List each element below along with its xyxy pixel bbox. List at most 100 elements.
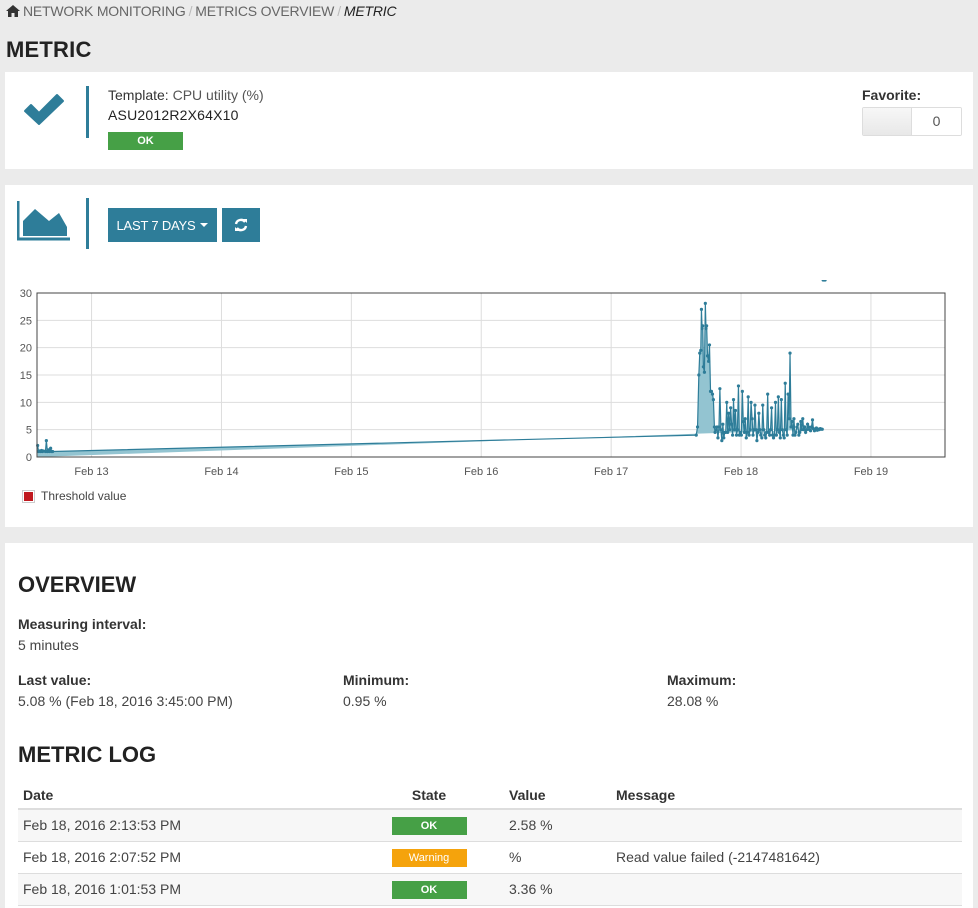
data-point	[805, 422, 810, 426]
log-date: Feb 18, 2016 1:01:53 PM	[18, 873, 354, 906]
cpu-utility-chart[interactable]: 0 5 10 15 20 25 30 Feb 13 Feb 14 Feb 15 Feb 16 Feb …	[5, 280, 973, 485]
favorite-toggle[interactable]: 0	[862, 107, 962, 136]
y-tick-label: 5	[26, 425, 32, 437]
data-point	[713, 430, 717, 434]
page-title: METRIC	[6, 37, 92, 62]
data-point	[754, 428, 758, 432]
data-point	[745, 430, 749, 434]
data-point	[780, 428, 784, 432]
table-row: Feb 18, 2016 2:13:53 PM OK 2.58 %	[18, 809, 962, 842]
column-header-message[interactable]: Message	[611, 781, 962, 810]
legend-label-threshold: Threshold value	[41, 489, 127, 503]
table-row: Feb 18, 2016 2:07:52 PM Warning % Read v…	[18, 841, 962, 874]
chart-panel: LAST 7 DAYS 0 5 10 15 20 25 30 Feb 13 Feb 14 Feb …	[5, 185, 973, 527]
data-point	[701, 365, 705, 369]
y-tick-label: 20	[20, 343, 32, 355]
data-point	[787, 417, 791, 421]
data-point	[751, 433, 755, 437]
state-badge: Warning	[391, 848, 467, 867]
data-point	[764, 436, 768, 440]
data-point	[741, 419, 745, 424]
x-tick-label: Feb 19	[854, 466, 888, 478]
data-point	[807, 425, 811, 429]
data-point	[799, 419, 803, 424]
data-point	[758, 428, 762, 432]
area-chart-icon	[17, 201, 70, 241]
data-point	[721, 422, 725, 426]
breadcrumb-link-metrics-overview[interactable]: METRICS OVERVIEW	[195, 3, 334, 19]
data-point	[776, 395, 780, 399]
data-point	[805, 428, 809, 432]
data-point	[808, 429, 813, 433]
data-point	[49, 446, 53, 450]
x-tick-label: Feb 17	[594, 466, 628, 478]
data-point	[784, 428, 788, 432]
column-header-state[interactable]: State	[354, 781, 504, 810]
data-point	[694, 433, 698, 437]
data-point	[778, 436, 782, 440]
data-point	[801, 417, 805, 421]
column-header-value[interactable]: Value	[504, 781, 611, 810]
divider	[86, 198, 89, 249]
data-point	[768, 428, 773, 432]
data-point	[720, 439, 724, 443]
data-point	[749, 400, 753, 404]
home-icon[interactable]	[6, 5, 20, 17]
data-point	[750, 417, 754, 421]
x-tick-label: Feb 15	[334, 466, 368, 478]
data-point	[761, 403, 765, 407]
minimum-value: 0.95 %	[343, 693, 387, 709]
breadcrumb-link-network-monitoring[interactable]: NETWORK MONITORING	[23, 3, 186, 19]
data-point	[734, 433, 739, 437]
data-point	[740, 389, 744, 393]
data-point	[695, 425, 700, 429]
data-point	[748, 428, 752, 432]
data-point	[779, 398, 783, 402]
data-point	[50, 449, 55, 454]
data-point	[773, 400, 778, 404]
data-point	[725, 400, 729, 404]
y-tick-label: 30	[20, 288, 32, 300]
data-point	[731, 398, 736, 402]
time-range-dropdown[interactable]: LAST 7 DAYS	[108, 208, 217, 242]
maximum-value: 28.08 %	[667, 693, 719, 709]
y-tick-label: 10	[20, 397, 32, 409]
data-point	[698, 351, 702, 355]
data-point	[735, 428, 740, 432]
data-point	[711, 398, 715, 402]
maximum-label: Maximum:	[667, 672, 737, 688]
breadcrumb: NETWORK MONITORING / METRICS OVERVIEW / …	[6, 3, 397, 19]
status-badge: OK	[108, 132, 183, 150]
data-point	[786, 392, 790, 396]
data-point	[795, 425, 799, 429]
data-point	[739, 433, 743, 437]
data-point	[781, 433, 785, 437]
x-tick-label: Feb 14	[204, 466, 238, 478]
log-value: 2.58 %	[504, 809, 611, 842]
data-point	[733, 408, 738, 413]
data-point	[766, 430, 771, 434]
last-value-label: Last value:	[18, 672, 92, 688]
data-point	[757, 411, 761, 415]
data-point	[703, 301, 707, 305]
metric-log-title: METRIC LOG	[18, 742, 157, 767]
data-point	[738, 430, 743, 434]
log-value: %	[504, 841, 611, 874]
favorite-button[interactable]	[863, 108, 912, 135]
data-point	[714, 428, 718, 432]
data-point	[717, 425, 721, 429]
metric-log-table: Date State Value Message Feb 18, 2016 2:…	[18, 781, 962, 906]
data-point	[790, 419, 794, 424]
breadcrumb-current: METRIC	[343, 3, 397, 19]
refresh-button[interactable]	[222, 208, 260, 242]
data-point	[705, 324, 709, 328]
data-point	[769, 406, 774, 410]
state-badge: OK	[391, 880, 467, 899]
page-scrollbar[interactable]	[973, 0, 978, 908]
data-point	[766, 392, 770, 396]
data-point	[763, 433, 767, 437]
data-point	[775, 428, 780, 432]
log-message	[611, 809, 962, 842]
data-point	[756, 430, 760, 434]
column-header-date[interactable]: Date	[18, 781, 354, 810]
